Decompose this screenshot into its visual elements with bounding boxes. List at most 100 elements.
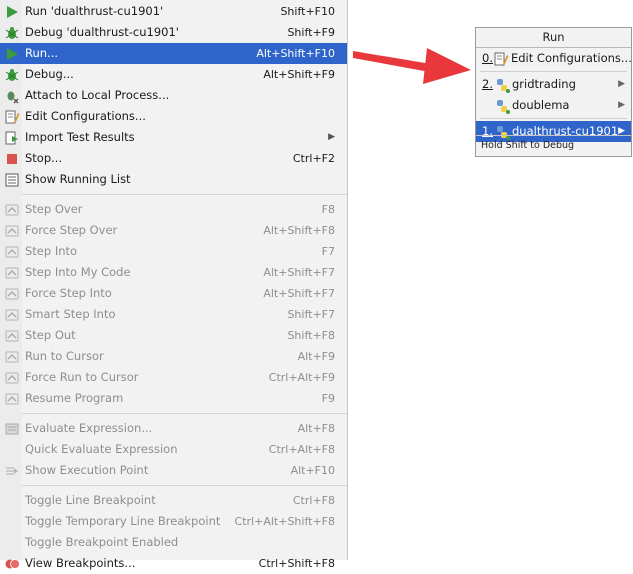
menu-item-shortcut: Ctrl+Alt+F9 — [268, 371, 335, 384]
popup-separator — [480, 71, 627, 72]
menu-separator — [22, 413, 347, 414]
force-step-into-icon — [4, 286, 20, 302]
run-to-cursor-icon — [4, 349, 20, 365]
red-arrow-icon — [353, 48, 471, 84]
menu-item-edit-configurations[interactable]: Edit Configurations... — [0, 106, 347, 127]
blank-icon — [4, 442, 20, 458]
popup-separator — [480, 118, 627, 119]
force-run-to-cursor-icon — [4, 370, 20, 386]
menu-item-quick-evaluate-expression: Quick Evaluate Expression Ctrl+Alt+F8 — [0, 439, 347, 460]
stepping-group: Step Over F8 Force Step Over Alt+Shift+F8 St… — [0, 199, 347, 409]
popup-item-doublema[interactable]: doublema ▶ — [476, 95, 631, 116]
popup-item-label: gridtrading — [512, 77, 576, 91]
run-menu: Run 'dualthrust-cu1901' Shift+F10 Debug 'd… — [0, 0, 348, 570]
menu-separator — [22, 194, 347, 195]
attach-process-icon — [4, 88, 20, 104]
menu-item-run[interactable]: Run... Alt+Shift+F10 — [0, 43, 347, 64]
menu-item-shortcut: Ctrl+Shift+F8 — [258, 557, 335, 570]
menu-item-smart-step-into: Smart Step Into Shift+F7 — [0, 304, 347, 325]
breakpoints-icon — [4, 556, 20, 572]
blank-icon — [4, 535, 20, 551]
menu-item-label: Attach to Local Process... — [25, 88, 170, 102]
menu-item-label: Step Into My Code — [25, 265, 131, 279]
popup-item-label: doublema — [512, 98, 570, 112]
menu-item-label: Resume Program — [25, 391, 124, 405]
menu-item-stop[interactable]: Stop... Ctrl+F2 — [0, 148, 347, 169]
menu-item-evaluate-expression: Evaluate Expression... Alt+F8 — [0, 418, 347, 439]
step-out-icon — [4, 328, 20, 344]
menu-item-label: Toggle Temporary Line Breakpoint — [25, 514, 221, 528]
menu-item-step-into-my-code: Step Into My Code Alt+Shift+F7 — [0, 262, 347, 283]
menu-item-shortcut: Shift+F10 — [280, 5, 335, 18]
menu-item-debug-dualthrust-cu1901[interactable]: Debug 'dualthrust-cu1901' Shift+F9 — [0, 22, 347, 43]
menu-item-run-dualthrust-cu1901[interactable]: Run 'dualthrust-cu1901' Shift+F10 — [0, 1, 347, 22]
submenu-arrow-icon: ▶ — [618, 79, 625, 89]
run-play-icon — [4, 46, 20, 62]
debug-bug-icon — [4, 67, 20, 83]
submenu-arrow-icon: ▶ — [618, 100, 625, 110]
popup-item-gridtrading[interactable]: 2. gridtrading ▶ — [476, 74, 631, 95]
popup-item-edit-configurations[interactable]: 0. Edit Configurations... — [476, 48, 632, 69]
popup-list: 0. Edit Configurations... 2. gridtrading ▶ do… — [476, 48, 632, 142]
menu-item-label: Step Into — [25, 244, 78, 258]
popup-title: Run — [476, 28, 631, 48]
menu-item-shortcut: Shift+F8 — [287, 329, 335, 342]
menu-item-label: Smart Step Into — [25, 307, 116, 321]
popup-item-label: Edit Configurations... — [510, 51, 632, 65]
menu-item-label: View Breakpoints... — [25, 556, 136, 570]
menu-item-step-out: Step Out Shift+F8 — [0, 325, 347, 346]
popup-item-number: 0. — [482, 51, 493, 65]
list-icon — [4, 172, 20, 188]
menu-item-shortcut: Alt+F8 — [297, 422, 335, 435]
menu-item-label: Stop... — [25, 151, 63, 165]
menu-item-label: Run to Cursor — [25, 349, 104, 363]
menu-item-import-test-results[interactable]: Import Test Results ▶ — [0, 127, 347, 148]
menu-item-label: Debug... — [25, 67, 74, 81]
menu-item-label: Evaluate Expression... — [25, 421, 153, 435]
menu-item-label: Run 'dualthrust-cu1901' — [25, 4, 164, 18]
menu-item-label: Force Run to Cursor — [25, 370, 139, 384]
debug-bug-icon — [4, 25, 20, 41]
popup-item-number: 2. — [482, 77, 493, 91]
menu-separator — [22, 485, 347, 486]
menu-item-shortcut: F7 — [321, 245, 335, 258]
force-step-over-icon — [4, 223, 20, 239]
blank-icon — [4, 493, 20, 509]
menu-item-shortcut: Alt+Shift+F10 — [256, 47, 335, 60]
menu-item-shortcut: Ctrl+F8 — [292, 494, 335, 507]
menu-item-shortcut: Shift+F9 — [287, 26, 335, 39]
menu-item-shortcut: Alt+Shift+F7 — [263, 266, 335, 279]
menu-item-label: Quick Evaluate Expression — [25, 442, 178, 456]
menu-item-shortcut: Shift+F7 — [287, 308, 335, 321]
menu-item-shortcut: Alt+F10 — [290, 464, 335, 477]
evaluate-icon — [4, 421, 20, 437]
menu-item-label: Step Over — [25, 202, 83, 216]
menu-item-shortcut: Alt+Shift+F8 — [263, 224, 335, 237]
menu-item-toggle-line-breakpoint: Toggle Line Breakpoint Ctrl+F8 — [0, 490, 347, 511]
blank-icon — [4, 514, 20, 530]
menu-item-label: Toggle Line Breakpoint — [25, 493, 156, 507]
menu-item-attach-to-local-process[interactable]: Attach to Local Process... — [0, 85, 347, 106]
menu-item-step-over: Step Over F8 — [0, 199, 347, 220]
menu-item-shortcut: Alt+F9 — [297, 350, 335, 363]
menu-item-show-execution-point: Show Execution Point Alt+F10 — [0, 460, 347, 481]
menu-item-debug[interactable]: Debug... Alt+Shift+F9 — [0, 64, 347, 85]
menu-item-label: Run... — [25, 46, 59, 60]
execution-point-icon — [4, 463, 20, 479]
menu-item-label: Show Execution Point — [25, 463, 149, 477]
submenu-arrow-icon: ▶ — [328, 132, 335, 142]
menu-item-view-breakpoints[interactable]: View Breakpoints... Ctrl+Shift+F8 — [0, 553, 347, 574]
run-group: Run 'dualthrust-cu1901' Shift+F10 Debug 'd… — [0, 1, 347, 190]
menu-item-show-running-list[interactable]: Show Running List — [0, 169, 347, 190]
menu-item-toggle-temporary-line-breakpoint: Toggle Temporary Line Breakpoint Ctrl+Alt… — [0, 511, 347, 532]
menu-item-toggle-breakpoint-enabled: Toggle Breakpoint Enabled — [0, 532, 347, 553]
menu-item-label: Step Out — [25, 328, 76, 342]
menu-item-shortcut: Ctrl+Alt+Shift+F8 — [234, 515, 335, 528]
menu-item-shortcut: F8 — [321, 203, 335, 216]
menu-item-force-step-into: Force Step Into Alt+Shift+F7 — [0, 283, 347, 304]
popup-footer-hint: Hold Shift to Debug — [476, 135, 631, 156]
menu-item-label: Force Step Into — [25, 286, 112, 300]
stop-icon — [4, 151, 20, 167]
menu-item-run-to-cursor: Run to Cursor Alt+F9 — [0, 346, 347, 367]
smart-step-into-icon — [4, 307, 20, 323]
